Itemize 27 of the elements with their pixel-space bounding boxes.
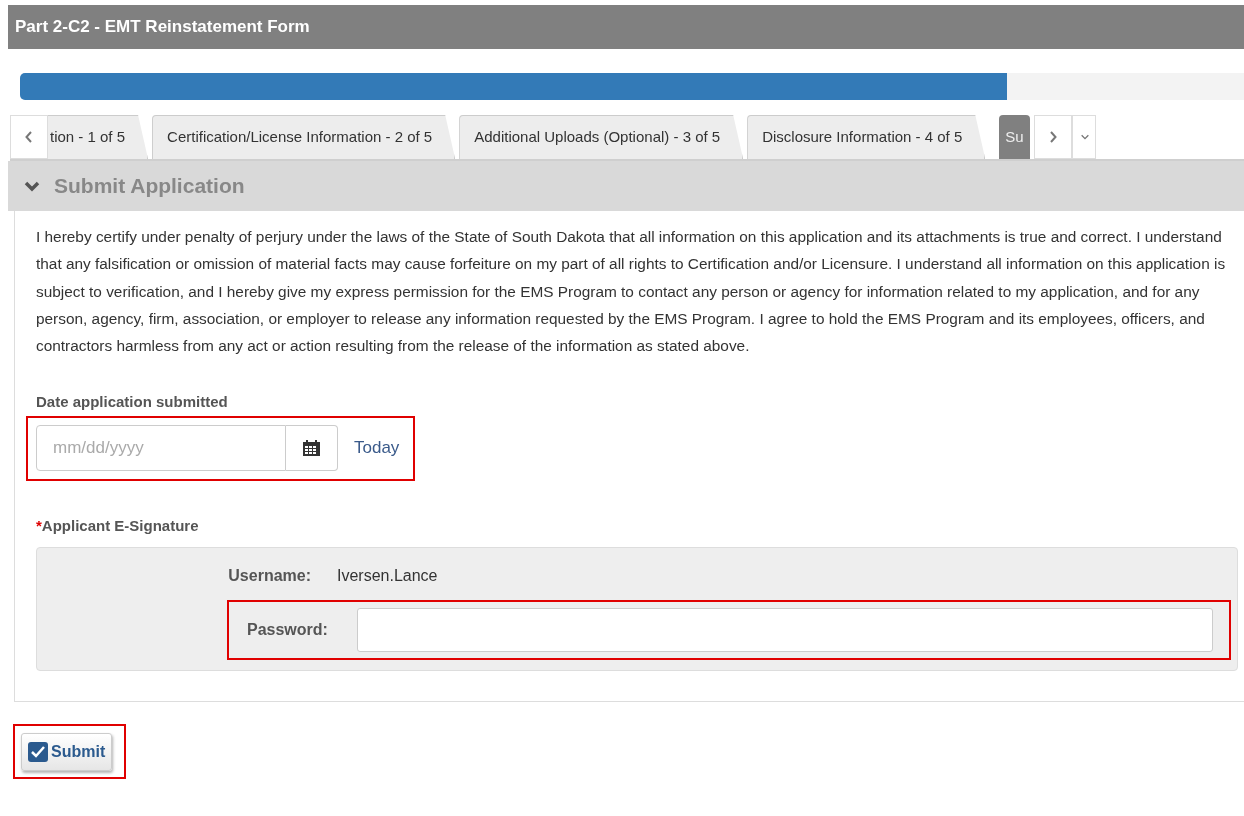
calendar-icon bbox=[303, 440, 320, 456]
chevron-down-icon bbox=[1080, 133, 1089, 141]
submit-button[interactable]: Submit bbox=[21, 733, 113, 772]
required-mark: * bbox=[36, 517, 42, 534]
certification-text: I hereby certify under penalty of perjury under the laws of the State of South Dakota that all information on this application and its attachments is true and correct. I understand that any falsification or omission of material facts may cause forfeiture on my part of all rights to Certification and/or Licensure. I understand all information on this application is subject to verification, and I hereby give my express permission for the EMS Program to contact any person or agency for information related to my application, and for any person, agency, firm, association, or employer to release any information requested by the EMS Program. I agree to hold the EMS Program and its employees, officers, and contractors harmless from any act or action resulting from the release of the information as stated above. bbox=[36, 227, 1227, 357]
form-tab[interactable]: Su bbox=[999, 115, 1030, 159]
field-label: Date application submitted bbox=[36, 392, 229, 413]
today-link[interactable]: Today bbox=[354, 435, 400, 461]
form-tab[interactable]: Disclosure Information - 4 of 5 bbox=[747, 115, 986, 159]
form-tab[interactable]: Certification/License Information - 2 of 5 bbox=[152, 115, 456, 159]
form-tab[interactable]: tion - 1 of 5 bbox=[48, 115, 149, 159]
signature-label: Applicant E-Signature bbox=[41, 517, 199, 534]
scroll-left-button[interactable] bbox=[10, 115, 48, 159]
calendar-button[interactable] bbox=[286, 425, 338, 471]
form-title: Part 2-C2 - EMT Reinstatement Form bbox=[8, 5, 1244, 49]
date-field[interactable]: mm/dd/yyyy bbox=[36, 425, 286, 471]
password-label: Password: bbox=[247, 620, 329, 641]
section-title: Submit Application bbox=[54, 173, 245, 200]
checkbox-icon bbox=[28, 742, 48, 763]
form-tab[interactable]: Additional Uploads (Optional) - 3 of 5 bbox=[459, 115, 744, 159]
password-field[interactable] bbox=[357, 608, 1213, 653]
scroll-right-button[interactable] bbox=[1033, 115, 1072, 159]
username-label: Username: bbox=[227, 566, 312, 587]
chevron-right-icon bbox=[1048, 131, 1057, 143]
chevron-left-icon bbox=[25, 131, 33, 143]
tab-menu-button[interactable] bbox=[1071, 115, 1096, 159]
username-value: Iversen.Lance bbox=[337, 566, 438, 587]
